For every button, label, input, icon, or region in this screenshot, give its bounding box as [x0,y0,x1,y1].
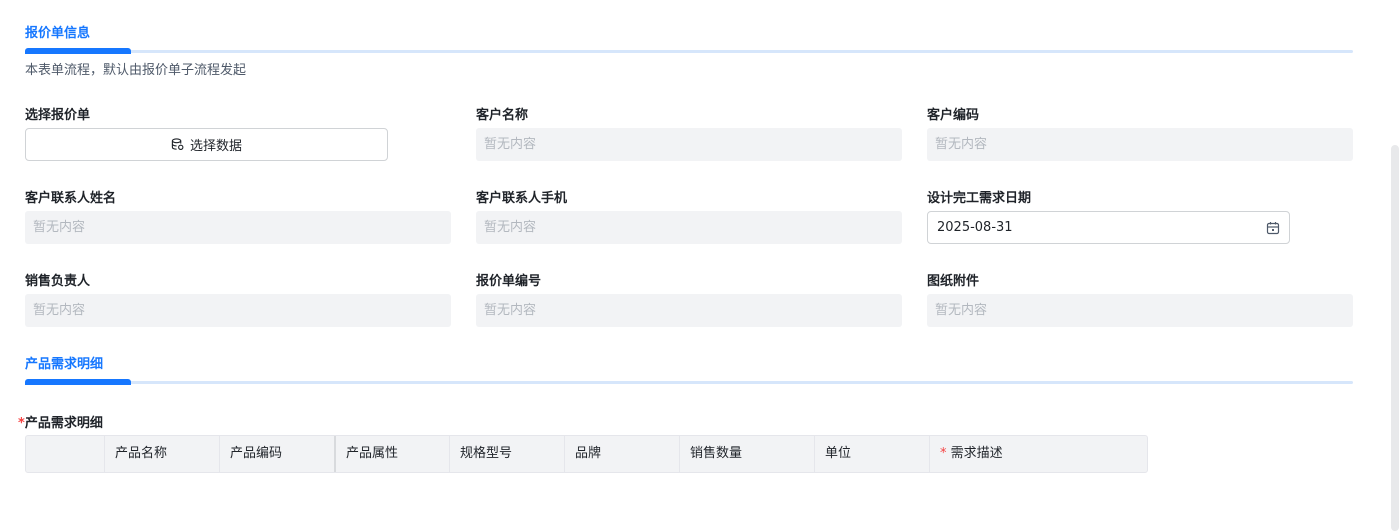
section-divider-accent [25,48,131,54]
database-icon [171,138,184,150]
design-date-value: 2025-08-31 [937,220,1013,235]
table-header-unit[interactable]: 单位 [814,436,929,472]
section-divider [25,48,1353,54]
drawing-attachment-field: 暂无内容 [927,294,1353,327]
table-header-spec-model[interactable]: 规格型号 [449,436,564,472]
customer-code-label: 客户编码 [927,108,980,123]
table-header-cell [26,436,104,472]
required-marker: * [940,446,947,461]
select-quote-label: 选择报价单 [25,108,91,123]
sales-owner-field: 暂无内容 [25,294,451,327]
table-header-sales-quantity[interactable]: 销售数量 [679,436,814,472]
section-title-quote-info: 报价单信息 [25,26,91,41]
section-title-product-details: 产品需求明细 [25,357,104,372]
contact-name-label: 客户联系人姓名 [25,191,117,206]
design-date-label: 设计完工需求日期 [927,191,1032,206]
required-marker: * [18,416,25,431]
product-requirements-table: 产品名称 产品编码 产品属性 规格型号 品牌 销售数量 单位 * 需求描述 [25,435,1148,473]
select-data-button-label: 选择数据 [189,139,242,154]
table-header-product-code[interactable]: 产品编码 [219,436,334,472]
drawing-attachment-label: 图纸附件 [927,274,980,289]
contact-phone-field: 暂无内容 [476,211,902,244]
contact-name-field: 暂无内容 [25,211,451,244]
design-date-picker[interactable]: 2025-08-31 [927,211,1290,244]
quote-number-label: 报价单编号 [476,274,542,289]
table-header-brand[interactable]: 品牌 [564,436,679,472]
quote-number-field: 暂无内容 [476,294,902,327]
table-header-requirement-desc[interactable]: * 需求描述 [929,436,1147,472]
calendar-icon[interactable] [1266,221,1280,235]
customer-code-field: 暂无内容 [927,128,1353,161]
section-divider [25,379,1353,385]
vertical-scrollbar[interactable] [1391,145,1399,531]
table-header-product-attribute[interactable]: 产品属性 [334,436,449,472]
section-divider-accent [25,379,131,385]
section-subtitle: 本表单流程，默认由报价单子流程发起 [25,63,247,78]
customer-name-field: 暂无内容 [476,128,902,161]
product-table-label: *产品需求明细 [18,416,103,431]
contact-phone-label: 客户联系人手机 [476,191,568,206]
select-data-button[interactable]: 选择数据 [25,128,388,161]
table-header-product-name[interactable]: 产品名称 [104,436,219,472]
customer-name-label: 客户名称 [476,108,529,123]
sales-owner-label: 销售负责人 [25,274,91,289]
